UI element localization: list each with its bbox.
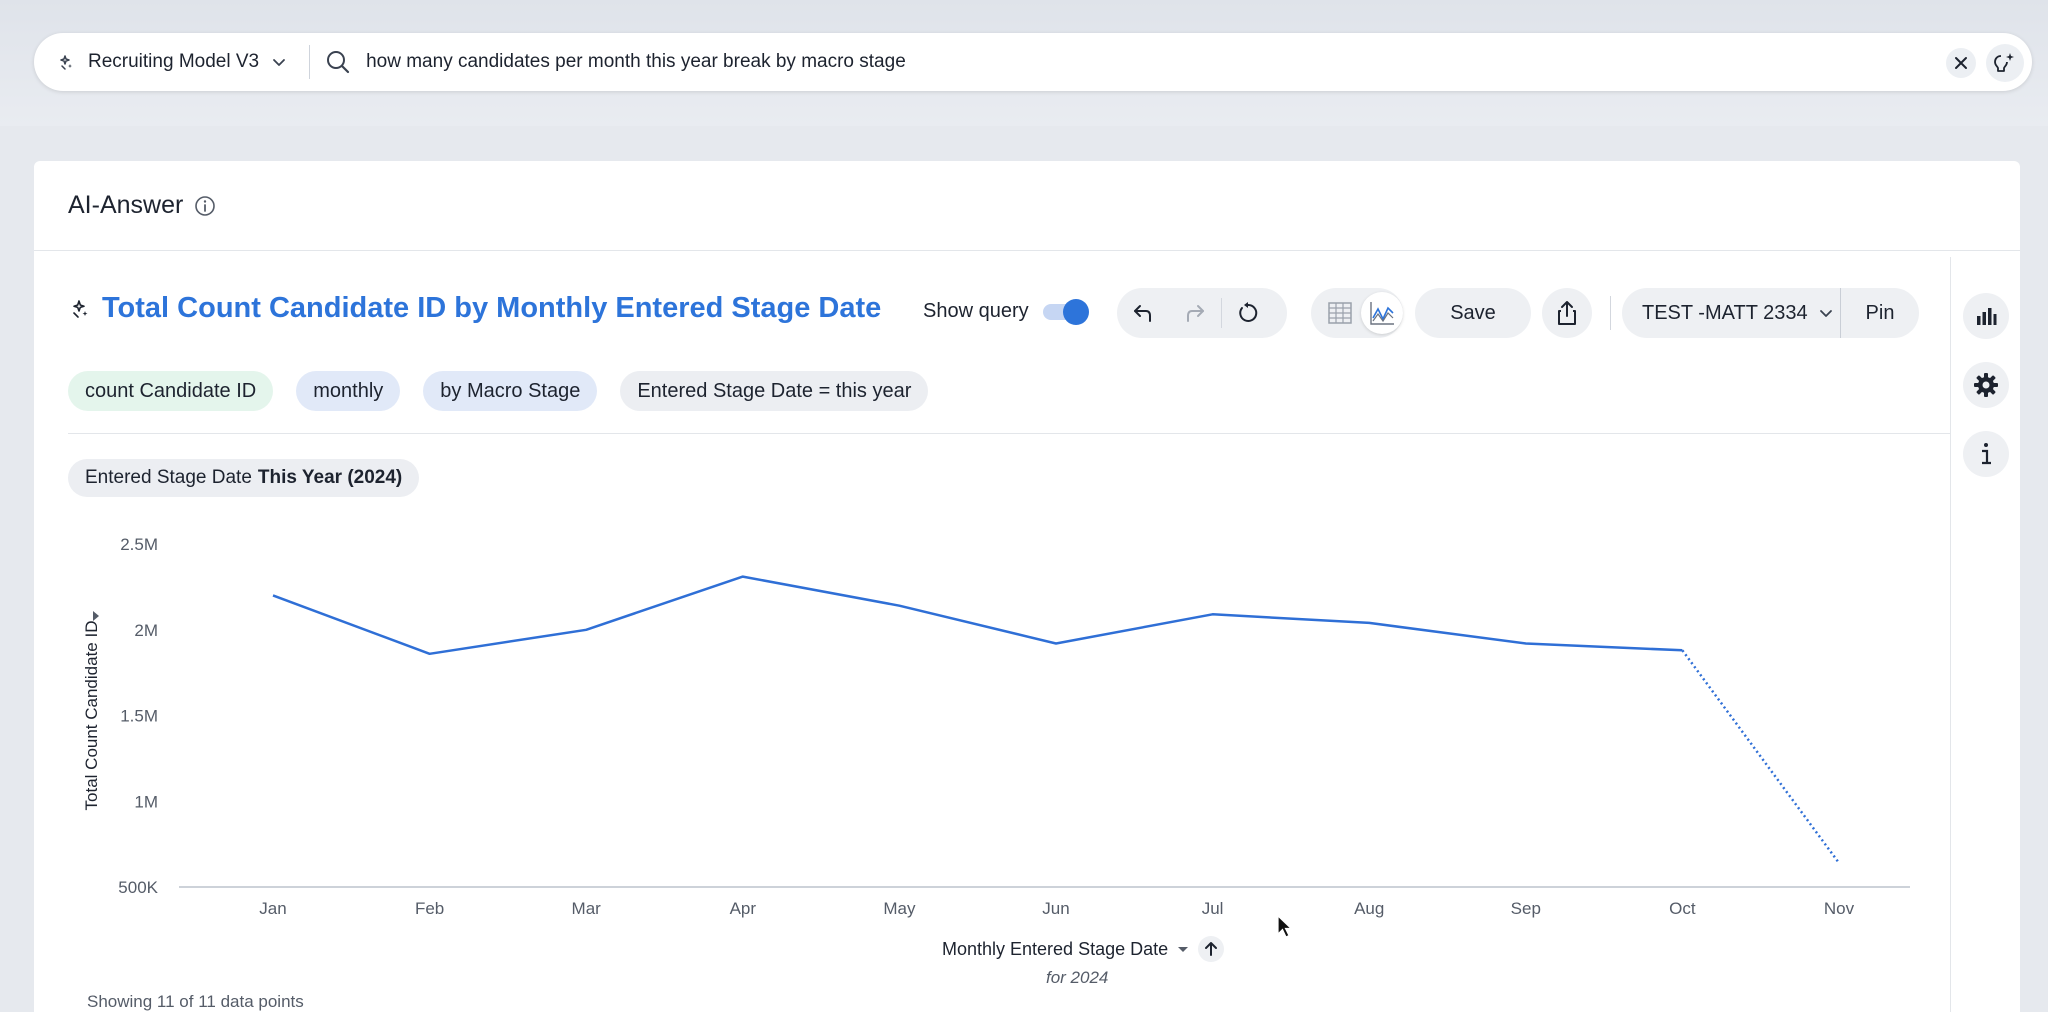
- data-point[interactable]: [1209, 610, 1217, 618]
- search-input[interactable]: [366, 51, 1907, 73]
- x-axis-subtitle: for 2024: [1046, 968, 1109, 987]
- gear-icon: [1974, 373, 1998, 397]
- y-tick-label: 2M: [134, 621, 158, 640]
- model-selector[interactable]: Recruiting Model V3: [34, 33, 287, 91]
- x-tick-label: Jul: [1202, 899, 1224, 918]
- y-tick-label: 1.5M: [120, 707, 158, 726]
- x-axis-title-control: Monthly Entered Stage Date: [942, 936, 1225, 962]
- x-axis-title[interactable]: Monthly Entered Stage Date: [942, 939, 1168, 960]
- sort-button[interactable]: [1198, 936, 1225, 962]
- x-tick-label: Feb: [415, 899, 444, 918]
- x-tick-label: Jan: [259, 899, 286, 918]
- data-point[interactable]: [426, 650, 434, 658]
- data-points-note: Showing 11 of 11 data points: [87, 992, 304, 1011]
- x-tick-label: Aug: [1354, 899, 1384, 918]
- details-button[interactable]: [1963, 431, 2009, 477]
- data-point[interactable]: [582, 626, 590, 634]
- chart-type-button[interactable]: [1963, 293, 2009, 339]
- search-divider: [309, 45, 311, 79]
- x-tick-label: Nov: [1824, 899, 1855, 918]
- x-tick-label: Jun: [1042, 899, 1069, 918]
- answer-content: Total Count Candidate ID by Monthly Ente…: [34, 252, 1950, 1012]
- ai-sparkle-button[interactable]: [1986, 44, 2024, 82]
- data-point[interactable]: [895, 602, 903, 610]
- info-icon[interactable]: [193, 194, 217, 218]
- data-point[interactable]: [1052, 639, 1060, 647]
- ai-answer-card: AI-Answer Total Count Candidate ID by Mo…: [34, 161, 2020, 1012]
- chevron-down-icon: [273, 59, 285, 66]
- settings-button[interactable]: [1963, 362, 2009, 408]
- series-line-partial[interactable]: [1681, 649, 1841, 864]
- close-icon: [1955, 57, 1967, 69]
- model-label: Recruiting Model V3: [88, 51, 260, 72]
- data-point[interactable]: [1365, 619, 1373, 627]
- sparkle-icon: [60, 55, 72, 70]
- ai-sparkle-bulb-icon: [1994, 53, 2014, 72]
- search-bar: Recruiting Model V3: [34, 33, 2032, 91]
- x-tick-label: Mar: [572, 899, 602, 918]
- data-point[interactable]: [739, 573, 747, 581]
- x-tick-label: Sep: [1511, 899, 1541, 918]
- caret-down-icon[interactable]: [1176, 944, 1190, 954]
- data-point[interactable]: [1835, 859, 1843, 867]
- series-line[interactable]: [272, 575, 1683, 656]
- x-tick-label: Oct: [1669, 899, 1696, 918]
- clear-search-button[interactable]: [1946, 48, 1976, 78]
- x-tick-label: May: [883, 899, 916, 918]
- card-header: AI-Answer: [34, 161, 2020, 251]
- line-chart: 2.5M 2M 1.5M 1M 500K Total Count Candidate ID…: [82, 535, 1910, 918]
- y-axis-title[interactable]: Total Count Candidate ID: [82, 621, 101, 811]
- data-point[interactable]: [1522, 639, 1530, 647]
- data-point[interactable]: [269, 591, 277, 599]
- y-tick-label: 2.5M: [120, 535, 158, 554]
- y-tick-label: 1M: [134, 792, 158, 811]
- y-axis-caret-icon[interactable]: [93, 611, 99, 621]
- data-point[interactable]: [1678, 646, 1686, 654]
- search-icon: [327, 51, 350, 74]
- y-tick-label: 500K: [118, 878, 158, 897]
- arrow-up-icon: [1205, 942, 1218, 956]
- bar-chart-icon: [1977, 308, 1997, 325]
- x-tick-label: Apr: [730, 899, 757, 918]
- mouse-cursor-icon: [1277, 914, 1293, 938]
- right-rail-divider: [1950, 257, 1951, 1012]
- info-letter-icon: [1982, 443, 1991, 465]
- card-title: AI-Answer: [68, 191, 184, 219]
